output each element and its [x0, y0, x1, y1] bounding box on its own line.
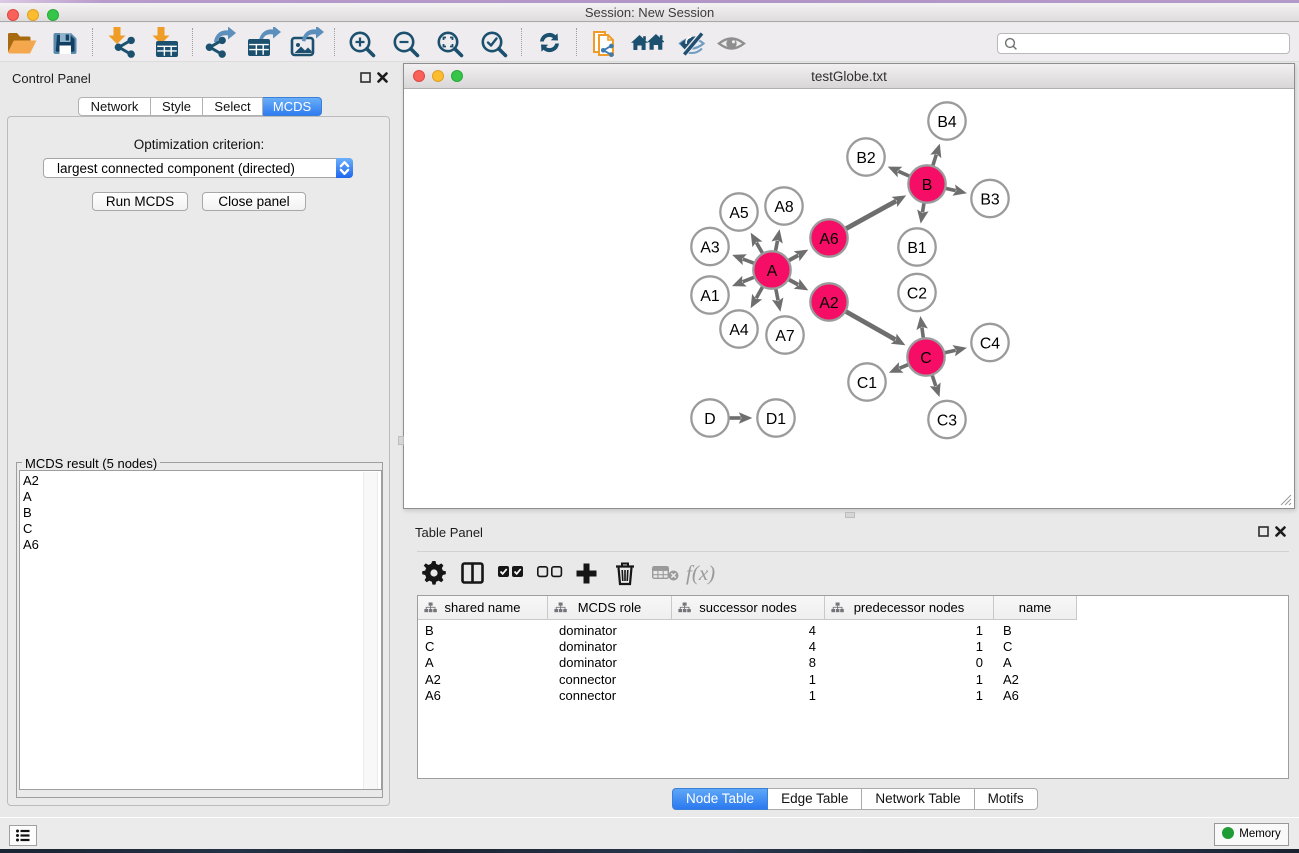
svg-text:B: B: [922, 177, 933, 194]
svg-text:A2: A2: [819, 295, 838, 312]
svg-text:B2: B2: [856, 150, 875, 167]
svg-text:A3: A3: [700, 239, 720, 256]
svg-text:D1: D1: [766, 411, 786, 428]
svg-text:C3: C3: [937, 412, 957, 429]
svg-text:D: D: [704, 411, 715, 428]
svg-text:C: C: [920, 350, 931, 367]
svg-text:C4: C4: [980, 335, 1000, 352]
svg-text:C2: C2: [907, 285, 927, 302]
svg-text:B4: B4: [937, 114, 957, 131]
svg-text:A: A: [767, 263, 778, 280]
svg-text:A5: A5: [729, 205, 749, 222]
svg-text:A8: A8: [774, 199, 794, 216]
svg-text:A1: A1: [700, 288, 720, 305]
svg-text:A6: A6: [819, 231, 839, 248]
svg-text:A7: A7: [775, 328, 794, 345]
svg-text:B1: B1: [907, 240, 927, 257]
svg-text:C1: C1: [857, 375, 877, 392]
svg-text:A4: A4: [729, 322, 749, 339]
svg-text:B3: B3: [980, 191, 1000, 208]
